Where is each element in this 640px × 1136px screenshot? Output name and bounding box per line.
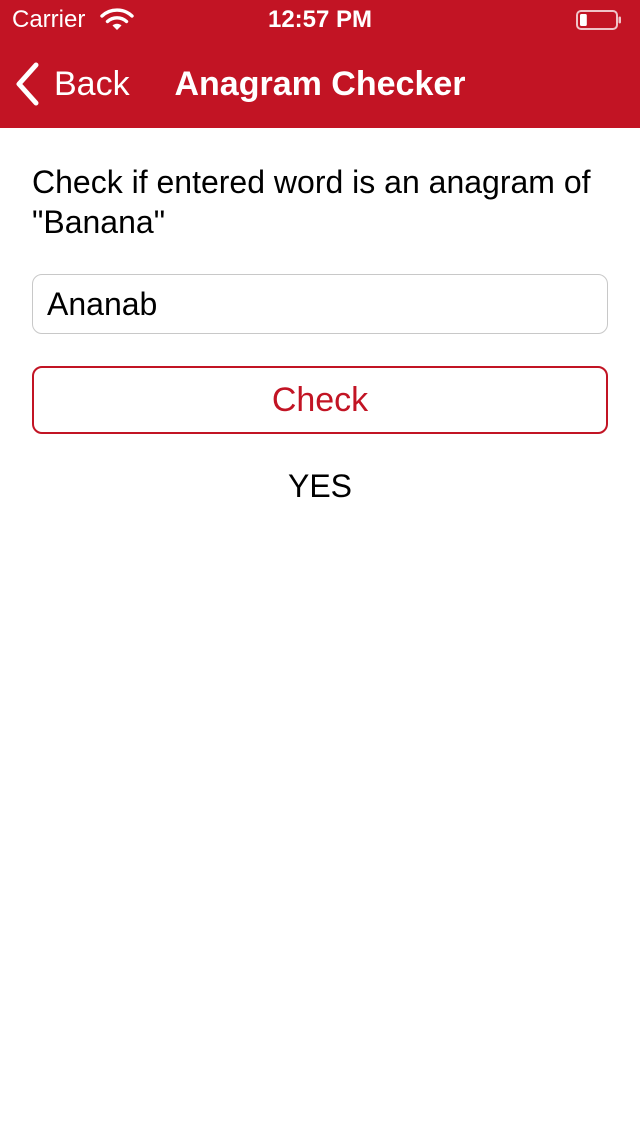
instruction-text: Check if entered word is an anagram of "… xyxy=(32,164,591,240)
result-label: YES xyxy=(287,468,353,504)
navigation-bar: Back Anagram Checker xyxy=(0,40,640,128)
screen: Carrier 12:57 PM Back Anagram Checker Ch… xyxy=(0,0,640,1136)
status-bar: Carrier 12:57 PM xyxy=(0,0,640,40)
battery-low-icon xyxy=(576,10,621,30)
word-input[interactable] xyxy=(32,274,608,334)
battery-level-fill xyxy=(580,14,587,26)
top-bar: Carrier 12:57 PM Back Anagram Checker xyxy=(0,0,640,128)
status-time: 12:57 PM xyxy=(267,6,373,33)
check-button[interactable]: Check xyxy=(32,366,608,434)
page-title: Anagram Checker xyxy=(174,65,466,103)
